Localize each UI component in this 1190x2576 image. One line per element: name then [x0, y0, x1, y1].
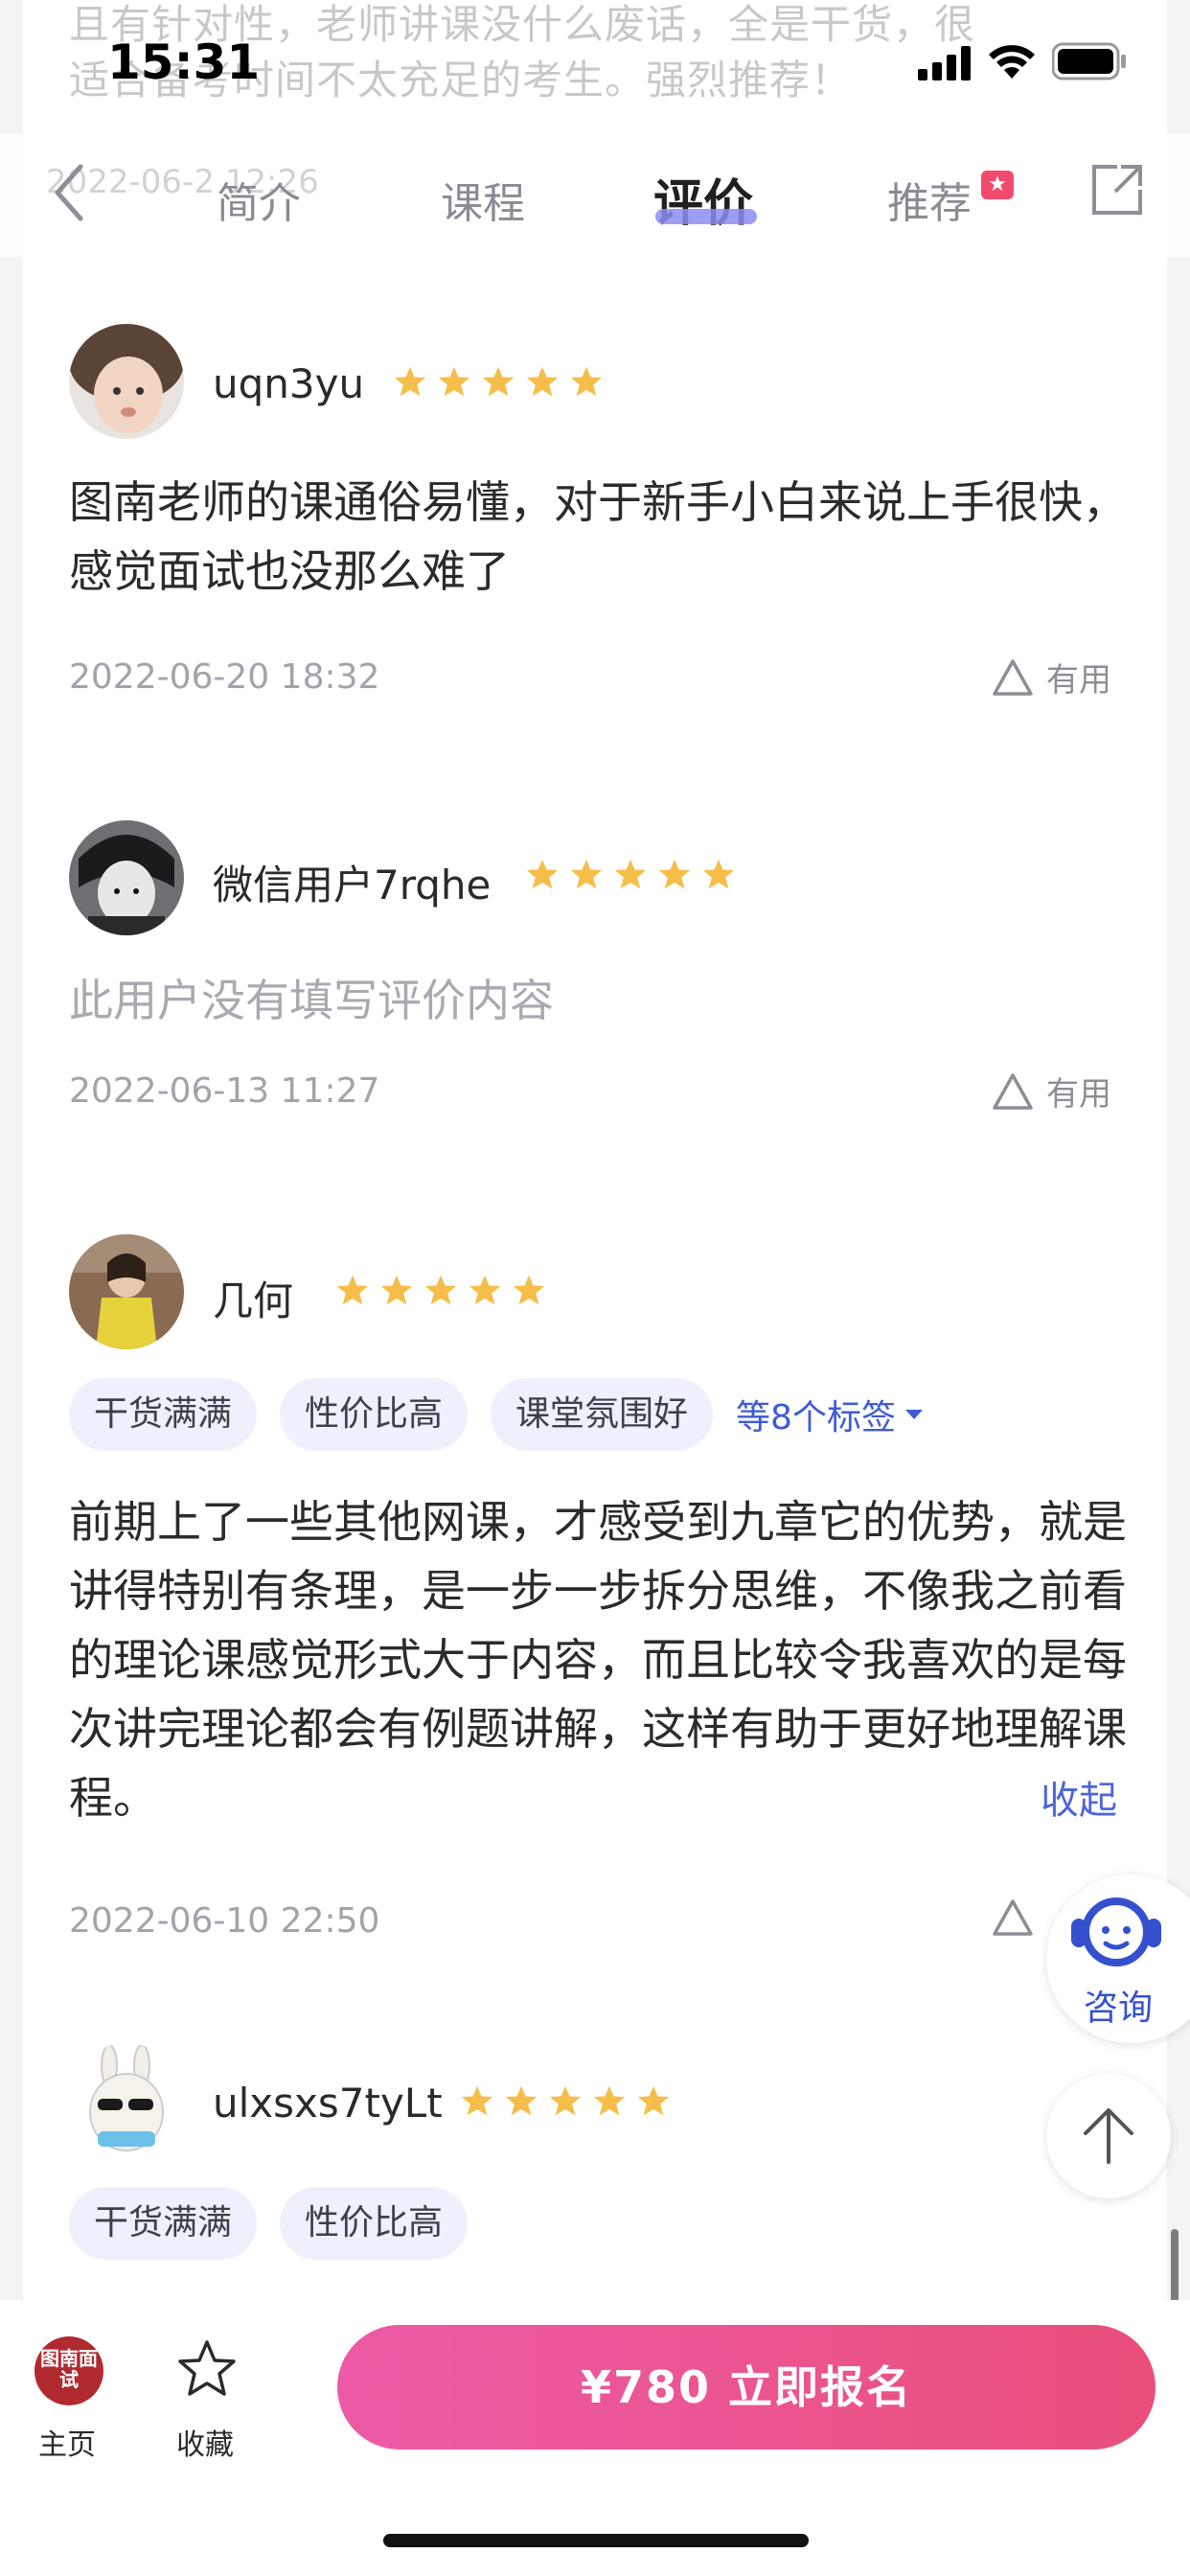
cellular-signal-icon	[918, 46, 971, 80]
star-icon	[460, 2083, 494, 2122]
avatar	[69, 1234, 184, 1349]
active-tab-indicator	[655, 209, 757, 224]
review-tag: 干货满满	[69, 1378, 258, 1451]
customer-service-icon	[1071, 1898, 1161, 1966]
collapse-link[interactable]: 收起	[1041, 1769, 1117, 1825]
rating-stars	[460, 2083, 671, 2122]
star-icon	[504, 2083, 538, 2122]
back-arrow-icon[interactable]	[50, 161, 88, 224]
share-icon[interactable]	[1088, 161, 1146, 218]
star-icon	[569, 857, 604, 895]
star-icon	[379, 1273, 414, 1311]
avatar	[69, 820, 184, 935]
wifi-icon	[989, 45, 1035, 79]
star-icon	[437, 364, 471, 402]
useful-label: 有用	[1046, 1075, 1111, 1114]
star-icon	[335, 1273, 370, 1311]
tab-course[interactable]: 课程	[441, 169, 525, 230]
star-icon	[481, 364, 515, 402]
arrow-up-icon	[1084, 2108, 1133, 2164]
recommend-star-badge-icon: ★	[981, 171, 1014, 199]
star-icon	[613, 857, 648, 895]
rating-stars	[335, 1273, 546, 1311]
star-icon	[569, 364, 604, 402]
review-tag: 性价比高	[280, 1378, 469, 1451]
review-tags: 干货满满 性价比高	[69, 2187, 469, 2260]
consult-label: 咨询	[1083, 1989, 1153, 2028]
review-date: 2022-06-13 11:27	[69, 1071, 380, 1111]
more-tags-label: 等8个标签	[736, 1398, 896, 1438]
star-icon	[468, 1273, 502, 1311]
review-tag: 课堂氛围好	[491, 1378, 714, 1451]
rating-stars	[525, 857, 736, 895]
useful-button[interactable]: 有用	[991, 1068, 1111, 1115]
review-text: 前期上了一些其他网课，才感受到九章它的优势，就是讲得特别有条理，是一步一步拆分思…	[69, 1496, 1127, 1824]
star-icon	[525, 857, 560, 895]
useful-button[interactable]: 有用	[991, 654, 1111, 701]
review-tags: 干货满满 性价比高 课堂氛围好 等8个标签	[69, 1378, 925, 1451]
rating-stars	[393, 364, 604, 402]
status-time: 15:31	[107, 34, 261, 90]
home-indicator	[383, 2534, 809, 2547]
reviews-card: 且有针对性，老师讲课没什么废话，全是干货，很 适合备考时间不太充足的考生。强烈推…	[23, 0, 1167, 2300]
battery-icon	[1052, 42, 1126, 80]
status-bar: 15:31	[0, 0, 1190, 134]
more-tags-button[interactable]: 等8个标签	[736, 1390, 925, 1439]
review-text: 图南老师的课通俗易懂，对于新手小白来说上手很快，感觉面试也没那么难了	[69, 476, 1127, 597]
reviewer-name: 微信用户7rqhe	[213, 862, 492, 908]
star-icon	[592, 2083, 627, 2122]
tab-intro[interactable]: 简介	[217, 169, 301, 230]
page-header: 2022-06-2 12:26 简介 课程 评价 推荐 ★	[0, 134, 1190, 257]
star-icon	[657, 857, 692, 895]
star-outline-icon[interactable]	[176, 2338, 238, 2400]
reviewer-name: uqn3yu	[213, 360, 365, 407]
star-icon	[548, 2083, 583, 2122]
tab-recommend[interactable]: 推荐	[887, 169, 972, 230]
avatar	[69, 324, 184, 439]
star-icon	[393, 364, 427, 402]
star-icon	[636, 2083, 671, 2122]
back-to-top-button[interactable]	[1046, 2074, 1171, 2198]
star-icon	[525, 364, 560, 402]
avatar	[69, 2043, 184, 2158]
review-date: 2022-06-10 22:50	[69, 1901, 380, 1941]
review-tag: 干货满满	[69, 2187, 258, 2260]
review-date: 2022-06-20 18:32	[69, 657, 380, 697]
thumb-triangle-icon	[993, 1899, 1033, 1936]
useful-label: 有用	[1046, 661, 1111, 700]
thumb-triangle-icon	[993, 1072, 1033, 1110]
favorite-label[interactable]: 收藏	[176, 2421, 234, 2463]
useful-button[interactable]	[991, 1898, 1035, 1938]
enroll-button[interactable]: ¥780 立即报名	[337, 2325, 1156, 2450]
star-icon	[512, 1273, 546, 1311]
home-label[interactable]: 主页	[38, 2421, 96, 2463]
star-icon	[701, 857, 736, 895]
thumb-triangle-icon	[993, 658, 1033, 696]
review-text-empty: 此用户没有填写评价内容	[69, 975, 554, 1026]
review-tag: 性价比高	[280, 2187, 469, 2260]
reviewer-name: 几何	[213, 1277, 294, 1324]
star-icon	[423, 1273, 458, 1311]
caret-down-icon	[904, 1410, 923, 1419]
home-logo[interactable]: 图南面试	[34, 2336, 103, 2405]
consult-button[interactable]: 咨询	[1046, 1874, 1190, 2043]
reviewer-name: ulxsxs7tyLt	[213, 2080, 443, 2127]
